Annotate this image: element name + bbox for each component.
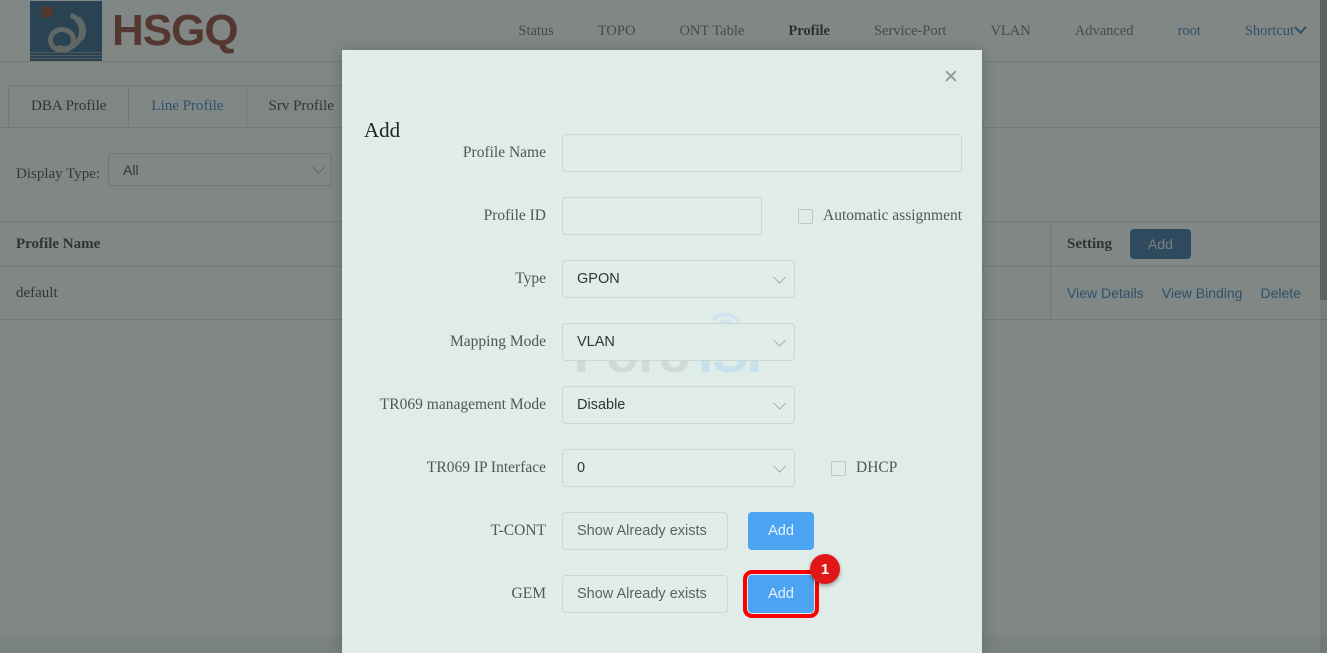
dhcp-label: DHCP — [856, 459, 898, 476]
field-row-profile-name: Profile Name — [342, 134, 982, 172]
field-row-gem: GEM Show Already exists Add — [342, 570, 982, 618]
gem-label: GEM — [511, 585, 546, 602]
tr069-management-mode-select[interactable]: Disable — [562, 386, 795, 424]
type-value: GPON — [577, 271, 620, 287]
profile-name-input[interactable] — [562, 134, 962, 172]
profile-id-label: Profile ID — [483, 207, 546, 224]
add-line-profile-dialog: Foro ISP Add ✕ Profile Name Profile ID A… — [342, 50, 982, 653]
gem-show-existing-button[interactable]: Show Already exists — [562, 575, 728, 613]
automatic-assignment-checkbox[interactable] — [798, 208, 813, 224]
profile-name-label: Profile Name — [462, 144, 546, 161]
dhcp-checkbox[interactable] — [831, 460, 846, 476]
field-row-tr069-ip-interface: TR069 IP Interface 0 DHCP — [342, 449, 982, 487]
type-select[interactable]: GPON — [562, 260, 795, 298]
mapping-mode-value: VLAN — [577, 334, 615, 350]
tr069-ip-interface-select[interactable]: 0 — [562, 449, 795, 487]
tcont-show-existing-button[interactable]: Show Already exists — [562, 512, 728, 550]
dhcp-field[interactable]: DHCP — [831, 459, 897, 477]
tr069-ip-interface-label: TR069 IP Interface — [426, 459, 546, 476]
type-label: Type — [515, 270, 546, 287]
chevron-down-icon — [773, 396, 786, 410]
field-row-mapping-mode: Mapping Mode VLAN — [342, 323, 982, 361]
chevron-down-icon — [773, 333, 786, 347]
tcont-add-button[interactable]: Add — [748, 512, 814, 550]
automatic-assignment-label: Automatic assignment — [823, 207, 963, 224]
mapping-mode-label: Mapping Mode — [449, 333, 546, 350]
field-row-profile-id: Profile ID Automatic assignment — [342, 197, 982, 235]
profile-id-input[interactable] — [562, 197, 762, 235]
tr069-management-mode-label: TR069 management Mode — [379, 396, 546, 413]
annotation-step-badge: 1 — [810, 554, 840, 584]
tr069-ip-interface-value: 0 — [577, 460, 586, 476]
automatic-assignment-field[interactable]: Automatic assignment — [798, 207, 962, 225]
field-row-tcont: T-CONT Show Already exists Add — [342, 512, 982, 550]
page-scrollbar[interactable] — [1320, 0, 1327, 653]
gem-add-button[interactable]: Add — [743, 570, 819, 618]
chevron-down-icon — [773, 459, 786, 473]
page-root: HSGQ Status TOPO ONT Table Profile Servi… — [0, 0, 1327, 653]
mapping-mode-select[interactable]: VLAN — [562, 323, 795, 361]
tr069-management-mode-value: Disable — [577, 397, 626, 413]
chevron-down-icon — [773, 270, 786, 284]
page-scrollbar-thumb[interactable] — [1320, 0, 1327, 300]
close-icon[interactable]: ✕ — [940, 68, 962, 90]
field-row-tr069-management-mode: TR069 management Mode Disable — [342, 386, 982, 424]
field-row-type: Type GPON — [342, 260, 982, 298]
tcont-label: T-CONT — [490, 522, 546, 539]
